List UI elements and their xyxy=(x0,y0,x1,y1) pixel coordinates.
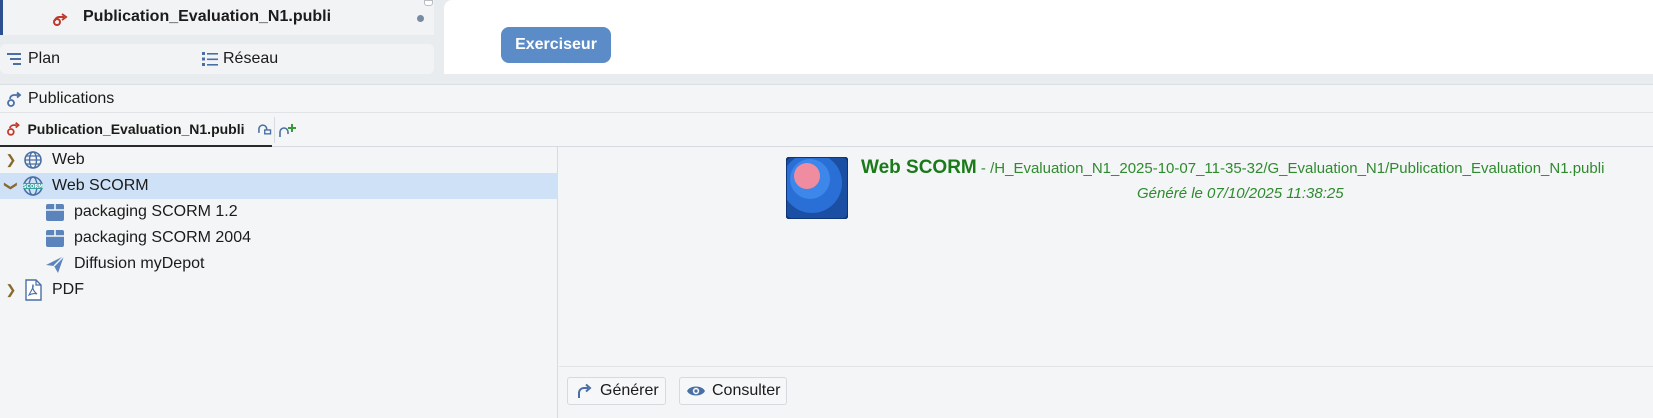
tab-label: Publication_Evaluation_N1.publi xyxy=(27,121,245,137)
detail-actions: Générer Consulter xyxy=(559,366,1653,418)
eye-icon xyxy=(687,386,705,396)
globe-icon xyxy=(22,149,44,171)
tree-item-pdf[interactable]: ❯ PDF xyxy=(0,277,558,303)
tree-item-label: Web SCORM xyxy=(52,177,149,194)
pdf-icon xyxy=(22,279,44,301)
modified-dot xyxy=(417,15,424,22)
network-list-icon xyxy=(202,52,218,66)
publications-header: Publications xyxy=(0,85,1653,113)
svg-text:SCORM: SCORM xyxy=(23,184,43,190)
plan-label: Plan xyxy=(28,50,61,67)
app-window: Publication_Evaluation_N1.publi Plan Rés… xyxy=(0,0,1653,418)
tree-item-packaging-scorm-12[interactable]: packaging SCORM 1.2 xyxy=(0,199,558,225)
publication-icon xyxy=(7,122,20,136)
exerciseur-button[interactable]: Exerciseur xyxy=(501,27,611,63)
package-icon xyxy=(44,201,66,223)
scrollbar-thumb[interactable] xyxy=(424,0,433,6)
paper-plane-icon xyxy=(44,253,66,275)
add-publication-icon xyxy=(278,124,296,137)
tree-item-label: packaging SCORM 1.2 xyxy=(74,203,238,220)
tree-item-web[interactable]: ❯ Web xyxy=(0,147,558,173)
consult-button[interactable]: Consulter xyxy=(679,377,788,405)
tab-publication[interactable]: Publication_Evaluation_N1.publi xyxy=(0,113,272,147)
detach-icon[interactable] xyxy=(257,121,272,137)
tree-item-diffusion-mydepot[interactable]: Diffusion myDepot xyxy=(0,251,558,277)
generated-date: Généré le 07/10/2025 11:38:25 xyxy=(1137,185,1344,202)
reseau-label: Réseau xyxy=(223,50,279,67)
generate-icon xyxy=(578,383,592,398)
outline-panel: Publication_Evaluation_N1.publi Plan Rés… xyxy=(0,0,434,74)
tree-item-label: packaging SCORM 2004 xyxy=(74,229,251,246)
publication-icon xyxy=(53,13,68,26)
generate-label: Générer xyxy=(600,382,659,399)
plan-button[interactable]: Plan xyxy=(6,50,60,68)
preview-area: Exerciseur xyxy=(444,0,1653,74)
scorm-globe-icon: SCORM xyxy=(22,175,44,197)
tree-item-label: PDF xyxy=(52,281,84,298)
publication-tree: ❯ Web ❯ SCORM Web SCORM packaging SCORM … xyxy=(0,147,558,418)
detail-path: - /H_Evaluation_N1_2025-10-07_11-35-32/G… xyxy=(976,160,1605,177)
tree-item-packaging-scorm-2004[interactable]: packaging SCORM 2004 xyxy=(0,225,558,251)
detail-title: Web SCORM - /H_Evaluation_N1_2025-10-07_… xyxy=(861,157,1604,179)
outline-item-label: Publication_Evaluation_N1.publi xyxy=(83,8,332,25)
view-switcher: Plan Réseau xyxy=(0,44,434,74)
plan-list-icon xyxy=(7,53,21,65)
chevron-right-icon[interactable]: ❯ xyxy=(0,152,22,168)
publications-icon xyxy=(7,91,22,107)
publications-panel: Publications Publication_Evaluation_N1.p… xyxy=(0,84,1653,418)
detail-title-text: Web SCORM xyxy=(861,157,977,178)
chevron-down-icon[interactable]: ❯ xyxy=(3,175,19,197)
tree-item-label: Diffusion myDepot xyxy=(74,255,205,272)
outline-item-publication[interactable]: Publication_Evaluation_N1.publi xyxy=(0,0,434,35)
reseau-button[interactable]: Réseau xyxy=(201,50,278,68)
publication-detail: Web SCORM - /H_Evaluation_N1_2025-10-07_… xyxy=(559,147,1653,418)
add-publication-button[interactable] xyxy=(274,117,302,143)
package-icon xyxy=(44,227,66,249)
publication-tabs: Publication_Evaluation_N1.publi xyxy=(0,113,1653,147)
chevron-right-icon[interactable]: ❯ xyxy=(0,282,22,298)
tree-item-web-scorm[interactable]: ❯ SCORM Web SCORM xyxy=(0,173,558,199)
consult-label: Consulter xyxy=(712,382,781,399)
tree-item-label: Web xyxy=(52,151,85,168)
publications-title: Publications xyxy=(28,89,115,107)
generate-button[interactable]: Générer xyxy=(567,377,666,405)
web-scorm-logo xyxy=(786,157,848,219)
